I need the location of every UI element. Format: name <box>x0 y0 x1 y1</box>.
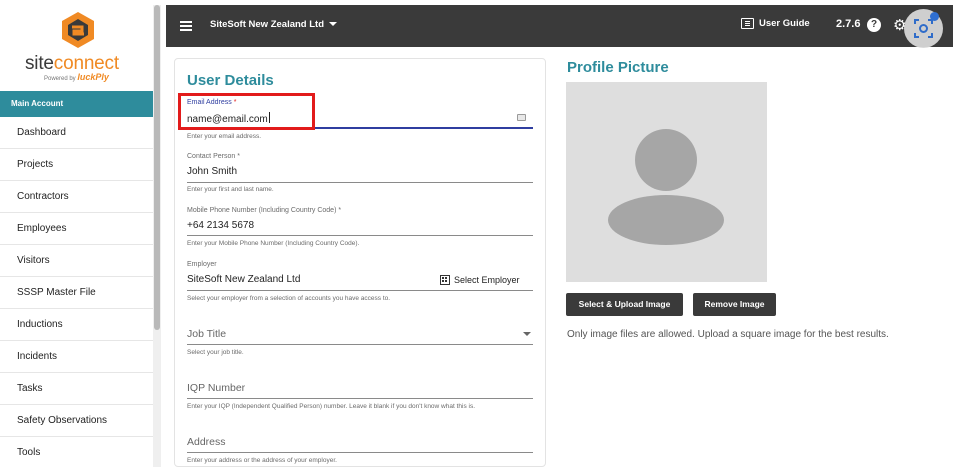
job-title-select[interactable]: Job Title <box>187 328 226 340</box>
sidebar-item-inductions[interactable]: Inductions <box>0 309 153 341</box>
sidebar-section-main-account[interactable]: Main Account <box>0 91 153 117</box>
upload-image-button[interactable]: Select & Upload Image <box>566 293 683 316</box>
page-title: User Details <box>187 72 274 89</box>
contact-field[interactable]: John Smith <box>187 166 237 177</box>
contact-label: Contact Person * <box>187 153 240 160</box>
job-title-underline <box>187 344 533 345</box>
caret-down-icon[interactable] <box>523 332 531 336</box>
iqp-underline <box>187 398 533 399</box>
highlight-box <box>178 93 315 130</box>
screenshot-icon <box>914 19 933 38</box>
user-guide-link[interactable]: User Guide <box>741 18 810 29</box>
sidebar-item-tools[interactable]: Tools <box>0 437 153 467</box>
avatar-placeholder <box>566 82 767 282</box>
book-icon <box>741 18 754 29</box>
select-employer-button[interactable]: Select Employer <box>440 275 520 285</box>
notification-badge <box>930 12 939 21</box>
employer-underline <box>187 290 533 291</box>
sidebar-item-dashboard[interactable]: Dashboard <box>0 117 153 149</box>
autofill-icon[interactable] <box>517 114 526 121</box>
sidebar-item-projects[interactable]: Projects <box>0 149 153 181</box>
remove-image-button[interactable]: Remove Image <box>693 293 776 316</box>
mobile-field[interactable]: +64 2134 5678 <box>187 220 254 231</box>
address-underline <box>187 452 533 453</box>
profile-picture-note: Only image files are allowed. Upload a s… <box>567 329 889 340</box>
employer-label: Employer <box>187 261 217 268</box>
email-helper: Enter your email address. <box>187 133 262 140</box>
building-icon <box>440 275 450 285</box>
sidebar-scrollbar-thumb[interactable] <box>154 5 160 330</box>
help-icon[interactable]: ? <box>867 18 881 32</box>
sidebar-item-safety-observations[interactable]: Safety Observations <box>0 405 153 437</box>
mobile-underline <box>187 235 533 236</box>
powered-by: Powered by luckPly <box>44 72 109 82</box>
iqp-number-input[interactable]: IQP Number <box>187 382 245 394</box>
sidebar-item-incidents[interactable]: Incidents <box>0 341 153 373</box>
sidebar-item-sssp-master-file[interactable]: SSSP Master File <box>0 277 153 309</box>
mobile-helper: Enter your Mobile Phone Number (Includin… <box>187 240 360 247</box>
app-version: 2.7.6 <box>836 18 861 30</box>
employer-field[interactable]: SiteSoft New Zealand Ltd <box>187 274 300 285</box>
company-selector[interactable]: SiteSoft New Zealand Ltd <box>210 19 338 30</box>
employer-helper: Select your employer from a selection of… <box>187 295 391 302</box>
siteconnect-logo-icon <box>62 12 94 48</box>
sidebar-item-tasks[interactable]: Tasks <box>0 373 153 405</box>
profile-picture-title: Profile Picture <box>567 59 669 76</box>
contact-underline <box>187 182 533 183</box>
top-bar: SiteSoft New Zealand Ltd User Guide 2.7.… <box>166 5 953 47</box>
sidebar: siteconnect Powered by luckPly Main Acco… <box>0 0 161 467</box>
user-guide-label: User Guide <box>759 18 810 29</box>
contact-helper: Enter your first and last name. <box>187 186 274 193</box>
sidebar-item-visitors[interactable]: Visitors <box>0 245 153 277</box>
sidebar-item-employees[interactable]: Employees <box>0 213 153 245</box>
logo[interactable]: siteconnect Powered by luckPly <box>0 0 161 91</box>
address-input[interactable]: Address <box>187 436 226 448</box>
select-employer-label: Select Employer <box>454 275 520 285</box>
address-helper: Enter your address or the address of you… <box>187 457 337 464</box>
sidebar-item-contractors[interactable]: Contractors <box>0 181 153 213</box>
iqp-helper: Enter your IQP (Independent Qualified Pe… <box>187 403 476 410</box>
job-title-helper: Select your job title. <box>187 349 244 356</box>
caret-down-icon <box>329 22 338 27</box>
sidebar-nav: Dashboard Projects Contractors Employees… <box>0 117 153 467</box>
person-icon <box>608 129 724 245</box>
mobile-label: Mobile Phone Number (Including Country C… <box>187 207 342 214</box>
hamburger-icon[interactable] <box>180 21 192 31</box>
